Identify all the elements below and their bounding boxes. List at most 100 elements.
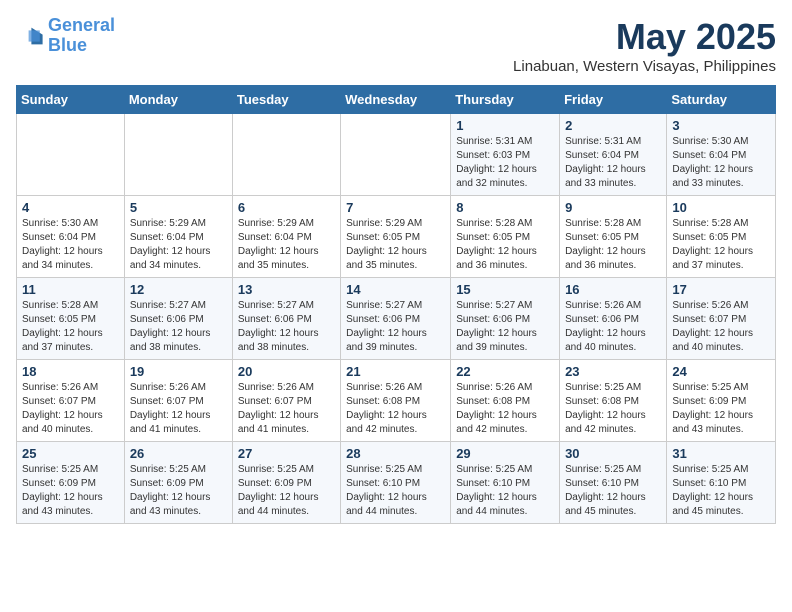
weekday-header-sunday: Sunday: [17, 86, 125, 114]
day-number: 12: [130, 282, 227, 297]
day-number: 19: [130, 364, 227, 379]
day-info: Sunrise: 5:25 AMSunset: 6:10 PMDaylight:…: [565, 463, 661, 519]
day-info: Sunrise: 5:31 AMSunset: 6:04 PMDaylight:…: [565, 135, 661, 191]
day-number: 31: [672, 446, 770, 461]
day-number: 23: [565, 364, 661, 379]
calendar-cell: 27Sunrise: 5:25 AMSunset: 6:09 PMDayligh…: [232, 442, 340, 524]
calendar-cell: 13Sunrise: 5:27 AMSunset: 6:06 PMDayligh…: [232, 278, 340, 360]
day-number: 10: [672, 200, 770, 215]
day-info: Sunrise: 5:27 AMSunset: 6:06 PMDaylight:…: [456, 299, 554, 355]
calendar-week-5: 25 Sunrise: 5:25 AMSunset: 6:09 PMDayligh…: [17, 442, 776, 524]
calendar-cell: 16Sunrise: 5:26 AMSunset: 6:06 PMDayligh…: [560, 278, 667, 360]
day-info: Sunrise: 5:26 AMSunset: 6:06 PMDaylight:…: [565, 299, 661, 355]
day-info: Sunrise: 5:30 AMSunset: 6:04 PMDaylight:…: [22, 217, 119, 273]
calendar-cell: 17 Sunrise: 5:26 AMSunset: 6:07 PMDayligh…: [667, 278, 776, 360]
day-number: 24: [672, 364, 770, 379]
day-info: Sunrise: 5:25 AMSunset: 6:10 PMDaylight:…: [346, 463, 445, 519]
day-number: 13: [238, 282, 335, 297]
day-number: 2: [565, 118, 661, 133]
day-info: Sunrise: 5:27 AMSunset: 6:06 PMDaylight:…: [130, 299, 227, 355]
calendar-cell: 3Sunrise: 5:30 AMSunset: 6:04 PMDaylight…: [667, 114, 776, 196]
calendar-cell: 6 Sunrise: 5:29 AMSunset: 6:04 PMDaylight…: [232, 196, 340, 278]
calendar-cell: 5 Sunrise: 5:29 AMSunset: 6:04 PMDaylight…: [124, 196, 232, 278]
day-info: Sunrise: 5:25 AMSunset: 6:09 PMDaylight:…: [22, 463, 119, 519]
day-number: 26: [130, 446, 227, 461]
calendar-week-3: 11 Sunrise: 5:28 AMSunset: 6:05 PMDayligh…: [17, 278, 776, 360]
calendar-cell: 8 Sunrise: 5:28 AMSunset: 6:05 PMDaylight…: [451, 196, 560, 278]
calendar-cell: 31 Sunrise: 5:25 AMSunset: 6:10 PMDayligh…: [667, 442, 776, 524]
weekday-header-wednesday: Wednesday: [341, 86, 451, 114]
calendar-week-2: 4 Sunrise: 5:30 AMSunset: 6:04 PMDaylight…: [17, 196, 776, 278]
day-number: 18: [22, 364, 119, 379]
calendar-title: May 2025: [513, 16, 776, 58]
calendar-cell: 29 Sunrise: 5:25 AMSunset: 6:10 PMDayligh…: [451, 442, 560, 524]
calendar-cell: 2 Sunrise: 5:31 AMSunset: 6:04 PMDaylight…: [560, 114, 667, 196]
logo-text: General Blue: [48, 16, 115, 56]
calendar-cell: 12 Sunrise: 5:27 AMSunset: 6:06 PMDayligh…: [124, 278, 232, 360]
day-number: 22: [456, 364, 554, 379]
calendar-cell: 14 Sunrise: 5:27 AMSunset: 6:06 PMDayligh…: [341, 278, 451, 360]
day-info: Sunrise: 5:28 AMSunset: 6:05 PMDaylight:…: [456, 217, 554, 273]
calendar-cell: 24 Sunrise: 5:25 AMSunset: 6:09 PMDayligh…: [667, 360, 776, 442]
calendar-cell: 26 Sunrise: 5:25 AMSunset: 6:09 PMDayligh…: [124, 442, 232, 524]
day-info: Sunrise: 5:26 AMSunset: 6:07 PMDaylight:…: [672, 299, 770, 355]
day-info: Sunrise: 5:25 AMSunset: 6:08 PMDaylight:…: [565, 381, 661, 437]
day-number: 14: [346, 282, 445, 297]
day-number: 20: [238, 364, 335, 379]
day-number: 29: [456, 446, 554, 461]
day-number: 11: [22, 282, 119, 297]
calendar-cell: 11 Sunrise: 5:28 AMSunset: 6:05 PMDayligh…: [17, 278, 125, 360]
day-number: 15: [456, 282, 554, 297]
weekday-header-tuesday: Tuesday: [232, 86, 340, 114]
page-header: General Blue May 2025 Linabuan, Western …: [16, 16, 776, 75]
day-info: Sunrise: 5:25 AMSunset: 6:09 PMDaylight:…: [130, 463, 227, 519]
calendar-cell: 21Sunrise: 5:26 AMSunset: 6:08 PMDayligh…: [341, 360, 451, 442]
day-info: Sunrise: 5:28 AMSunset: 6:05 PMDaylight:…: [565, 217, 661, 273]
calendar-header: SundayMondayTuesdayWednesdayThursdayFrid…: [17, 86, 776, 114]
calendar-cell: 25 Sunrise: 5:25 AMSunset: 6:09 PMDayligh…: [17, 442, 125, 524]
day-number: 9: [565, 200, 661, 215]
day-info: Sunrise: 5:31 AMSunset: 6:03 PMDaylight:…: [456, 135, 554, 191]
calendar-cell: 23 Sunrise: 5:25 AMSunset: 6:08 PMDayligh…: [560, 360, 667, 442]
day-info: Sunrise: 5:28 AMSunset: 6:05 PMDaylight:…: [22, 299, 119, 355]
day-info: Sunrise: 5:26 AMSunset: 6:08 PMDaylight:…: [346, 381, 445, 437]
calendar-cell: 28Sunrise: 5:25 AMSunset: 6:10 PMDayligh…: [341, 442, 451, 524]
day-number: 25: [22, 446, 119, 461]
calendar-cell: 20 Sunrise: 5:26 AMSunset: 6:07 PMDayligh…: [232, 360, 340, 442]
day-info: Sunrise: 5:25 AMSunset: 6:10 PMDaylight:…: [456, 463, 554, 519]
calendar-cell: 9 Sunrise: 5:28 AMSunset: 6:05 PMDaylight…: [560, 196, 667, 278]
day-info: Sunrise: 5:27 AMSunset: 6:06 PMDaylight:…: [346, 299, 445, 355]
day-info: Sunrise: 5:25 AMSunset: 6:10 PMDaylight:…: [672, 463, 770, 519]
calendar-cell: [124, 114, 232, 196]
day-info: Sunrise: 5:29 AMSunset: 6:05 PMDaylight:…: [346, 217, 445, 273]
calendar-cell: [341, 114, 451, 196]
calendar-cell: 19 Sunrise: 5:26 AMSunset: 6:07 PMDayligh…: [124, 360, 232, 442]
day-number: 5: [130, 200, 227, 215]
calendar-cell: 15 Sunrise: 5:27 AMSunset: 6:06 PMDayligh…: [451, 278, 560, 360]
day-number: 30: [565, 446, 661, 461]
day-info: Sunrise: 5:26 AMSunset: 6:07 PMDaylight:…: [238, 381, 335, 437]
day-number: 7: [346, 200, 445, 215]
calendar-cell: 1 Sunrise: 5:31 AMSunset: 6:03 PMDaylight…: [451, 114, 560, 196]
day-number: 4: [22, 200, 119, 215]
day-info: Sunrise: 5:26 AMSunset: 6:07 PMDaylight:…: [130, 381, 227, 437]
calendar-cell: 30 Sunrise: 5:25 AMSunset: 6:10 PMDayligh…: [560, 442, 667, 524]
logo: General Blue: [16, 16, 115, 56]
calendar-table: SundayMondayTuesdayWednesdayThursdayFrid…: [16, 85, 776, 524]
day-number: 17: [672, 282, 770, 297]
day-number: 6: [238, 200, 335, 215]
logo-icon: [16, 22, 44, 50]
calendar-cell: 18Sunrise: 5:26 AMSunset: 6:07 PMDayligh…: [17, 360, 125, 442]
calendar-cell: 22Sunrise: 5:26 AMSunset: 6:08 PMDayligh…: [451, 360, 560, 442]
day-number: 1: [456, 118, 554, 133]
calendar-week-4: 18 Sunrise: 5:26 AMSunset: 6:07 PMDayligh…: [17, 360, 776, 442]
day-number: 8: [456, 200, 554, 215]
weekday-header-friday: Friday: [560, 86, 667, 114]
calendar-body: 1 Sunrise: 5:31 AMSunset: 6:03 PMDaylight…: [17, 114, 776, 524]
title-block: May 2025 Linabuan, Western Visayas, Phil…: [513, 16, 776, 75]
day-info: Sunrise: 5:25 AMSunset: 6:09 PMDaylight:…: [672, 381, 770, 437]
calendar-subtitle: Linabuan, Western Visayas, Philippines: [513, 58, 776, 75]
day-info: Sunrise: 5:29 AMSunset: 6:04 PMDaylight:…: [130, 217, 227, 273]
weekday-header-saturday: Saturday: [667, 86, 776, 114]
day-info: Sunrise: 5:29 AMSunset: 6:04 PMDaylight:…: [238, 217, 335, 273]
